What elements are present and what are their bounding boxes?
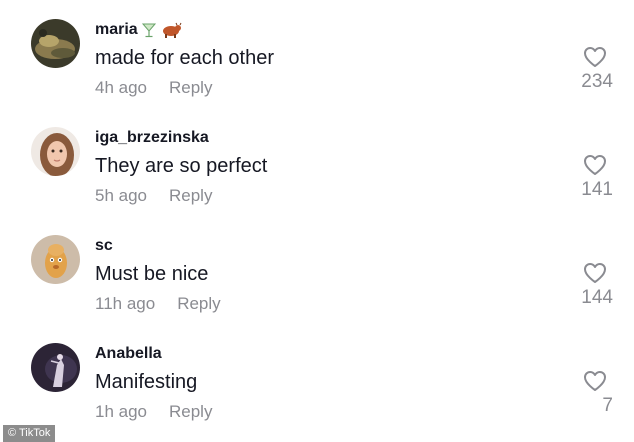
comment-text: made for each other bbox=[95, 47, 274, 69]
reply-button[interactable]: Reply bbox=[169, 78, 212, 98]
comment-time: 4h ago bbox=[95, 78, 147, 97]
like-count: 144 bbox=[581, 287, 613, 308]
comment-time: 11h ago bbox=[95, 294, 156, 313]
comment-username[interactable]: iga_brzezinska bbox=[95, 128, 209, 148]
comment-time: 5h ago bbox=[95, 186, 147, 205]
avatar[interactable] bbox=[31, 343, 80, 392]
comment-text: Manifesting bbox=[95, 371, 198, 393]
heart-outline-icon[interactable] bbox=[583, 154, 607, 176]
comment-meta: 4h ago Reply bbox=[95, 78, 212, 98]
like-count: 234 bbox=[581, 71, 613, 92]
comment-item: sc Must be nice 11h ago Reply 144 bbox=[0, 234, 634, 334]
comment-meta: 11h ago Reply bbox=[95, 294, 221, 314]
comment-meta: 1h ago Reply bbox=[95, 402, 212, 422]
ox-emoji bbox=[160, 22, 182, 38]
heart-outline-icon[interactable] bbox=[583, 370, 607, 392]
avatar[interactable] bbox=[31, 19, 80, 68]
username-text: iga_brzezinska bbox=[95, 129, 209, 146]
tiktok-watermark: © TikTok bbox=[3, 425, 56, 442]
reply-button[interactable]: Reply bbox=[177, 294, 220, 314]
comment-item: Anabella Manifesting 1h ago Reply 7 bbox=[0, 342, 634, 442]
like-control: 144 bbox=[553, 262, 613, 309]
comment-meta: 5h ago Reply bbox=[95, 186, 212, 206]
like-control: 141 bbox=[553, 154, 613, 201]
reply-button[interactable]: Reply bbox=[169, 186, 212, 206]
comment-time: 1h ago bbox=[95, 402, 147, 421]
avatar[interactable] bbox=[31, 127, 80, 176]
username-text: Anabella bbox=[95, 345, 162, 362]
comment-username[interactable]: Anabella bbox=[95, 344, 162, 364]
heart-outline-icon[interactable] bbox=[583, 46, 607, 68]
username-text: sc bbox=[95, 237, 113, 254]
cocktail-glass-emoji bbox=[141, 22, 156, 38]
like-control: 234 bbox=[553, 46, 613, 93]
avatar[interactable] bbox=[31, 235, 80, 284]
username-text: maria bbox=[95, 21, 138, 38]
like-count: 141 bbox=[581, 179, 613, 200]
comment-username[interactable]: sc bbox=[95, 236, 113, 256]
comment-text: Must be nice bbox=[95, 263, 209, 285]
like-count: 7 bbox=[602, 395, 613, 416]
comment-item: iga_brzezinska They are so perfect 5h ag… bbox=[0, 126, 634, 226]
like-control: 7 bbox=[553, 370, 613, 417]
reply-button[interactable]: Reply bbox=[169, 402, 212, 422]
comment-item: maria made for each other 4h ago Reply 2… bbox=[0, 18, 634, 118]
heart-outline-icon[interactable] bbox=[583, 262, 607, 284]
comment-username[interactable]: maria bbox=[95, 20, 182, 40]
comment-text: They are so perfect bbox=[95, 155, 268, 177]
